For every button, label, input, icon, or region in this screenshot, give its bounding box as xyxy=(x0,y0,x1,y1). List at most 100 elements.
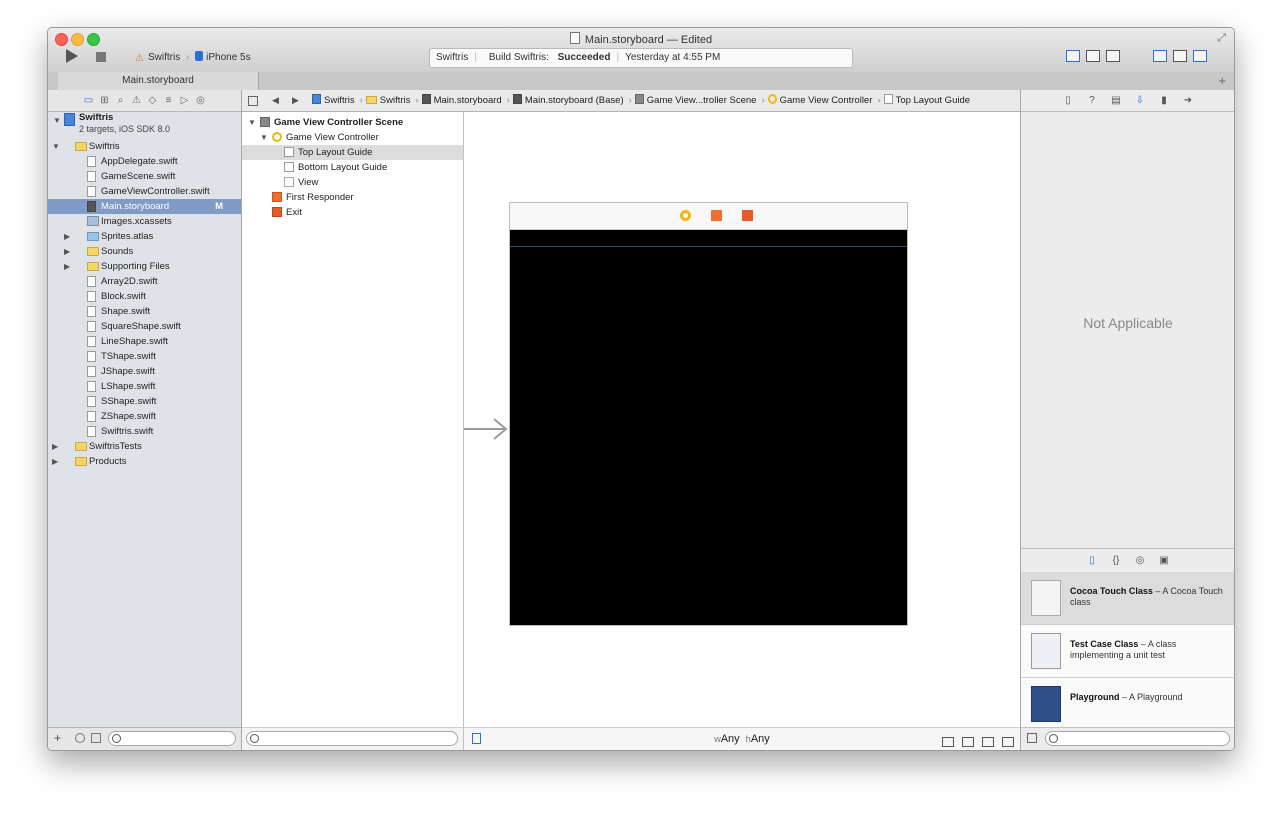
jump-bar-item[interactable]: Game View Controller xyxy=(767,90,872,111)
pin-icon[interactable] xyxy=(962,737,974,747)
symbol-navigator-icon[interactable]: ⊞ xyxy=(97,90,113,111)
code-snippet-library-icon[interactable]: {} xyxy=(1104,549,1128,572)
identity-inspector-icon[interactable]: ▤ xyxy=(1104,90,1128,111)
navigator-item-swift[interactable]: SShape.swift xyxy=(48,394,241,409)
disclosure-open-icon[interactable]: ▼ xyxy=(52,139,60,154)
jump-bar-item[interactable]: Main.storyboard (Base) xyxy=(512,90,624,111)
library-item[interactable]: Cocoa Touch Class – A Cocoa Touch class xyxy=(1021,572,1234,625)
outline-item-view[interactable]: View xyxy=(242,175,463,190)
storyboard-canvas[interactable]: wAny hAny xyxy=(464,112,1020,750)
library-filter-input[interactable] xyxy=(1045,731,1230,746)
scheme-selector[interactable]: ⚠ Swiftris › iPhone 5s xyxy=(135,51,251,64)
game-view-controller-scene[interactable] xyxy=(509,202,908,626)
navigator-item-swift[interactable]: Block.swift xyxy=(48,289,241,304)
find-navigator-icon[interactable]: ⌕ xyxy=(113,90,129,111)
navigator-item-swift[interactable]: Swiftris.swift xyxy=(48,424,241,439)
navigator-item-folder[interactable]: ▶ SwiftrisTests xyxy=(48,439,241,454)
navigator-item-swift[interactable]: ZShape.swift xyxy=(48,409,241,424)
assistant-editor-button[interactable] xyxy=(1086,50,1100,62)
navigator-item-folder[interactable]: ▶ Sounds xyxy=(48,244,241,259)
outline-item-guide[interactable]: Bottom Layout Guide xyxy=(242,160,463,175)
jump-bar-item[interactable]: Swiftris xyxy=(312,90,355,111)
navigator-item-xcassets[interactable]: Images.xcassets xyxy=(48,214,241,229)
outline-item-scene[interactable]: ▼ Game View Controller Scene xyxy=(242,115,463,130)
add-tab-button[interactable]: + xyxy=(1218,73,1226,88)
navigator-item-swift[interactable]: LineShape.swift xyxy=(48,334,241,349)
fullscreen-icon[interactable]: ⤢ xyxy=(1217,32,1226,45)
forward-arrow-icon[interactable]: ▶ xyxy=(292,90,299,111)
run-button[interactable] xyxy=(66,49,78,63)
navigator-item-folder[interactable]: ▼ Swiftris xyxy=(48,139,241,154)
object-library-icon[interactable]: ◎ xyxy=(1128,549,1152,572)
log-navigator-icon[interactable]: ◎ xyxy=(193,90,209,111)
outline-item-guide[interactable]: Top Layout Guide xyxy=(242,145,463,160)
jump-bar-item[interactable]: Main.storyboard xyxy=(421,90,502,111)
navigator-item-swift[interactable]: JShape.swift xyxy=(48,364,241,379)
add-file-button[interactable]: + xyxy=(54,731,61,745)
test-navigator-icon[interactable]: ◇ xyxy=(145,90,161,111)
project-row[interactable]: ▼ Swiftris 2 targets, iOS SDK 8.0 xyxy=(48,112,241,139)
navigator-filter-input[interactable] xyxy=(108,731,236,746)
library-item[interactable]: Test Case Class – A class implementing a… xyxy=(1021,625,1234,678)
outline-filter-input[interactable] xyxy=(246,731,458,746)
navigator-item-swift[interactable]: GameViewController.swift xyxy=(48,184,241,199)
related-items-icon[interactable] xyxy=(248,96,258,106)
toggle-utilities-button[interactable] xyxy=(1193,50,1207,62)
grid-view-icon[interactable] xyxy=(1027,733,1037,743)
exit-icon[interactable] xyxy=(742,210,753,221)
navigator-item-swift[interactable]: GameScene.swift xyxy=(48,169,241,184)
navigator-item-folder[interactable]: ▶ Products xyxy=(48,454,241,469)
navigator-item-swift[interactable]: TShape.swift xyxy=(48,349,241,364)
navigator-item-folder[interactable]: ▶ Supporting Files xyxy=(48,259,241,274)
file-inspector-icon[interactable]: ▯ xyxy=(1056,90,1080,111)
outline-item-exit[interactable]: Exit xyxy=(242,205,463,220)
first-responder-icon[interactable] xyxy=(711,210,722,221)
view-controller-icon[interactable] xyxy=(680,210,691,221)
jump-bar-item[interactable]: Swiftris xyxy=(365,90,410,111)
disclosure-closed-icon[interactable]: ▶ xyxy=(52,454,58,469)
disclosure-closed-icon[interactable]: ▶ xyxy=(52,439,58,454)
version-editor-button[interactable] xyxy=(1106,50,1120,62)
navigator-item-swift[interactable]: Shape.swift xyxy=(48,304,241,319)
initial-view-controller-arrow[interactable] xyxy=(464,418,508,440)
disclosure-open-icon[interactable]: ▼ xyxy=(53,113,61,128)
file-template-library-icon[interactable]: ▯ xyxy=(1080,549,1104,572)
navigator-item-swift[interactable]: Array2D.swift xyxy=(48,274,241,289)
navigator-item-swift[interactable]: LShape.swift xyxy=(48,379,241,394)
disclosure-closed-icon[interactable]: ▶ xyxy=(64,259,70,274)
disclosure-closed-icon[interactable]: ▶ xyxy=(64,229,70,244)
attributes-inspector-icon[interactable]: ⇩ xyxy=(1128,90,1152,111)
outline-item-responder[interactable]: First Responder xyxy=(242,190,463,205)
toggle-navigator-button[interactable] xyxy=(1153,50,1167,62)
navigator-item-swift[interactable]: AppDelegate.swift xyxy=(48,154,241,169)
disclosure-open-icon[interactable]: ▼ xyxy=(248,115,256,130)
align-icon[interactable] xyxy=(942,737,954,747)
game-view[interactable] xyxy=(510,230,907,625)
library-item[interactable]: Playground – A Playground xyxy=(1021,678,1234,731)
scm-filter-icon[interactable] xyxy=(91,733,101,743)
quick-help-icon[interactable]: ? xyxy=(1080,90,1104,111)
toggle-debug-area-button[interactable] xyxy=(1173,50,1187,62)
disclosure-closed-icon[interactable]: ▶ xyxy=(64,244,70,259)
project-navigator-icon[interactable]: ▭ xyxy=(81,90,97,111)
size-inspector-icon[interactable]: ▮ xyxy=(1152,90,1176,111)
standard-editor-button[interactable] xyxy=(1066,50,1080,62)
resolve-issues-icon[interactable] xyxy=(982,737,994,747)
issue-navigator-icon[interactable]: ⚠ xyxy=(129,90,145,111)
navigator-item-storyboard[interactable]: Main.storyboard M xyxy=(48,199,241,214)
stop-button[interactable] xyxy=(96,52,106,62)
jump-bar-item[interactable]: Top Layout Guide xyxy=(883,90,970,111)
jump-bar-item[interactable]: Game View...troller Scene xyxy=(634,90,756,111)
debug-navigator-icon[interactable]: ≡ xyxy=(161,90,177,111)
navigator-item-swift[interactable]: SquareShape.swift xyxy=(48,319,241,334)
back-arrow-icon[interactable]: ◀ xyxy=(272,90,279,111)
resizing-behavior-icon[interactable] xyxy=(1002,737,1014,747)
disclosure-open-icon[interactable]: ▼ xyxy=(260,130,268,145)
connections-inspector-icon[interactable]: ➜ xyxy=(1176,90,1200,111)
tab-main-storyboard[interactable]: Main.storyboard xyxy=(58,72,259,90)
navigator-item-atlas[interactable]: ▶ Sprites.atlas xyxy=(48,229,241,244)
outline-item-vc[interactable]: ▼ Game View Controller xyxy=(242,130,463,145)
breakpoint-navigator-icon[interactable]: ▷ xyxy=(177,90,193,111)
recent-files-icon[interactable] xyxy=(75,733,85,743)
media-library-icon[interactable]: ▣ xyxy=(1152,549,1176,572)
